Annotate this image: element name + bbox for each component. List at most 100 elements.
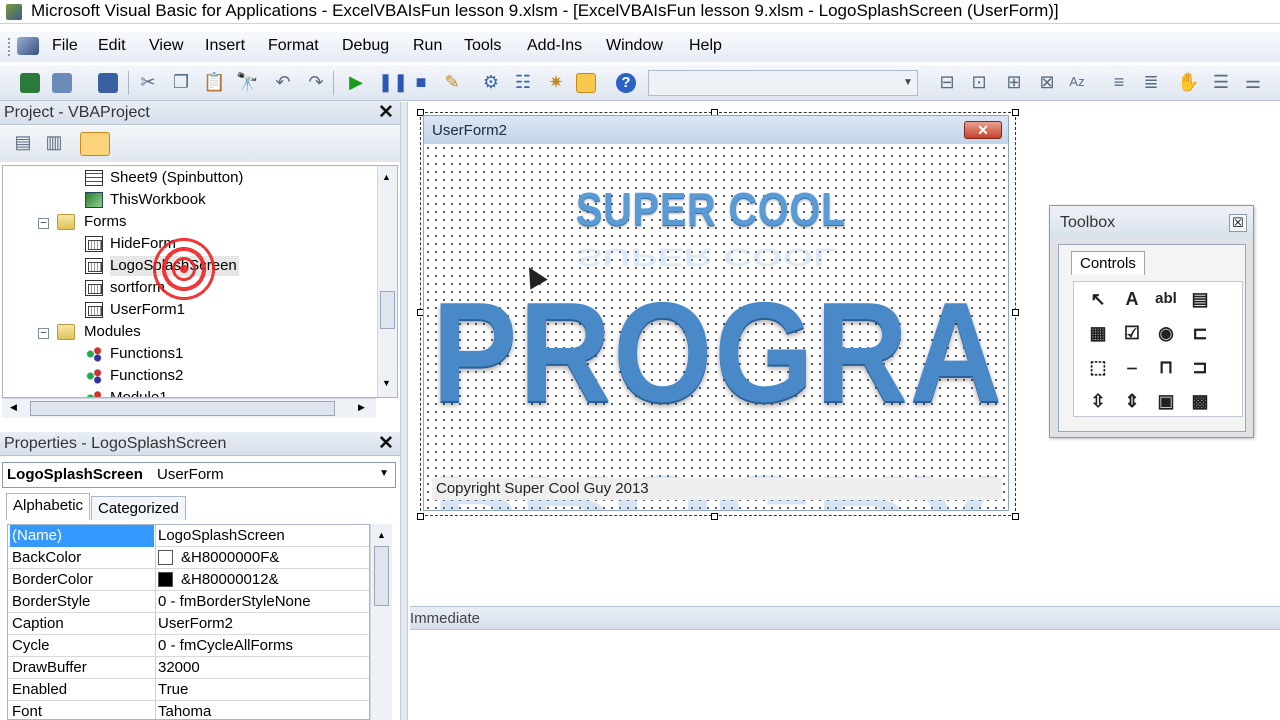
- project-explorer-icon[interactable]: ⚙: [480, 72, 502, 92]
- property-value-cell[interactable]: &H80000012&: [155, 569, 369, 591]
- tree-item-userform1[interactable]: UserForm1: [110, 300, 185, 320]
- close-icon[interactable]: ☒: [1229, 214, 1247, 232]
- excel-view-icon[interactable]: [17, 37, 39, 55]
- scroll-left-icon[interactable]: ◀: [10, 402, 17, 413]
- property-row[interactable]: Cycle 0 - fmCycleAllForms: [8, 635, 369, 657]
- toolbar-combo[interactable]: ▼: [648, 70, 918, 96]
- logo-image-super-cool[interactable]: SUPER COOL: [576, 182, 846, 236]
- align-icon[interactable]: ⚌: [1242, 72, 1264, 92]
- view-excel-icon[interactable]: [20, 73, 40, 93]
- scroll-up-icon[interactable]: ▲: [382, 172, 391, 182]
- object-selector[interactable]: LogoSplashScreen UserForm ▼: [2, 462, 396, 488]
- save-icon[interactable]: [98, 73, 118, 93]
- hand-icon[interactable]: ✋: [1177, 72, 1199, 92]
- property-row[interactable]: Caption UserForm2: [8, 613, 369, 635]
- menu-file[interactable]: File: [52, 37, 78, 55]
- toolbar-disabled-icon[interactable]: ⊞: [1003, 72, 1025, 92]
- property-row[interactable]: Font Tahoma: [8, 701, 369, 719]
- property-value[interactable]: True: [155, 679, 369, 701]
- help-icon[interactable]: ?: [616, 73, 636, 93]
- menu-addins[interactable]: Add-Ins: [527, 37, 582, 55]
- collapse-icon[interactable]: −: [38, 328, 49, 339]
- chevron-down-icon[interactable]: ▼: [379, 468, 389, 479]
- tree-vscrollbar[interactable]: ▲ ▼: [377, 166, 397, 397]
- toolbar-disabled-icon[interactable]: ⊡: [968, 72, 990, 92]
- property-row[interactable]: DrawBuffer 32000: [8, 657, 369, 679]
- pane-splitter[interactable]: [400, 102, 408, 720]
- property-value[interactable]: 0 - fmBorderStyleNone: [155, 591, 369, 613]
- collapse-icon[interactable]: −: [38, 218, 49, 229]
- commandbutton-tool-icon[interactable]: ⎯: [1118, 354, 1146, 380]
- refedit-tool-icon[interactable]: ▩: [1186, 388, 1214, 414]
- menu-insert[interactable]: Insert: [205, 37, 245, 55]
- property-value[interactable]: LogoSplashScreen: [155, 525, 369, 547]
- chevron-down-icon[interactable]: ▼: [901, 73, 915, 93]
- tree-item-functions2[interactable]: Functions2: [110, 366, 183, 386]
- properties-vscrollbar[interactable]: ▲: [370, 524, 392, 720]
- menu-view[interactable]: View: [149, 37, 183, 55]
- property-value[interactable]: UserForm2: [155, 613, 369, 635]
- tree-hscrollbar[interactable]: ◀ ▶: [2, 398, 376, 418]
- select-objects-icon[interactable]: ↖: [1084, 286, 1112, 312]
- resize-handle[interactable]: [711, 513, 718, 520]
- tree-item-module1[interactable]: Module1: [110, 388, 168, 397]
- property-row[interactable]: Enabled True: [8, 679, 369, 701]
- property-row[interactable]: BorderStyle 0 - fmBorderStyleNone: [8, 591, 369, 613]
- insert-userform-icon[interactable]: [52, 73, 72, 93]
- listbox-tool-icon[interactable]: ▦: [1084, 320, 1112, 346]
- spinbutton-tool-icon[interactable]: ⇕: [1118, 388, 1146, 414]
- optionbutton-tool-icon[interactable]: ◉: [1152, 320, 1180, 346]
- view-code-icon[interactable]: ▤: [12, 132, 34, 152]
- property-value[interactable]: Tahoma: [155, 701, 369, 719]
- tab-categorized[interactable]: Categorized: [91, 496, 186, 520]
- tab-controls[interactable]: Controls: [1071, 251, 1145, 275]
- tab-alphabetic[interactable]: Alphabetic: [6, 493, 91, 520]
- view-object-icon[interactable]: ▥: [43, 132, 65, 152]
- tree-item-forms[interactable]: Forms: [84, 212, 127, 232]
- tree-item-functions1[interactable]: Functions1: [110, 344, 183, 364]
- userform-client-area[interactable]: SUPER COOL SUPER COOL PROGRAM PROGRAM Co…: [424, 144, 1008, 510]
- toggle-folders-icon[interactable]: [80, 132, 110, 156]
- scroll-thumb[interactable]: [374, 546, 389, 606]
- design-mode-icon[interactable]: ✎: [441, 72, 463, 92]
- menu-run[interactable]: Run: [413, 37, 442, 55]
- undo-icon[interactable]: ↶: [272, 72, 294, 92]
- close-icon[interactable]: ✕: [376, 434, 396, 454]
- tree-item-thisworkbook[interactable]: ThisWorkbook: [110, 190, 206, 210]
- property-row[interactable]: (Name) LogoSplashScreen: [8, 525, 369, 547]
- align-icon[interactable]: ☰: [1210, 72, 1232, 92]
- property-row[interactable]: BorderColor &H80000012&: [8, 569, 369, 591]
- toolbar-disabled-icon[interactable]: ⊟: [936, 72, 958, 92]
- frame-tool-icon[interactable]: ⬚: [1084, 354, 1112, 380]
- resize-handle[interactable]: [1012, 513, 1019, 520]
- scroll-down-icon[interactable]: ▼: [382, 378, 391, 388]
- logo-image-program[interactable]: PROGRAM: [432, 282, 1008, 424]
- tabstrip-tool-icon[interactable]: ⊓: [1152, 354, 1180, 380]
- label-tool-icon[interactable]: A: [1118, 286, 1146, 312]
- resize-handle[interactable]: [1012, 309, 1019, 316]
- userform-window[interactable]: UserForm2 ✕ SUPER COOL SUPER COOL PROGRA…: [423, 115, 1009, 511]
- toolbar-disabled-icon[interactable]: ⊠: [1036, 72, 1058, 92]
- menu-help[interactable]: Help: [689, 37, 722, 55]
- menu-format[interactable]: Format: [268, 37, 319, 55]
- close-icon[interactable]: ✕: [964, 121, 1002, 139]
- multipage-tool-icon[interactable]: ⊐: [1186, 354, 1214, 380]
- textbox-tool-icon[interactable]: abl: [1152, 286, 1180, 312]
- combobox-tool-icon[interactable]: ▤: [1186, 286, 1214, 312]
- menu-window[interactable]: Window: [606, 37, 663, 55]
- menu-tools[interactable]: Tools: [464, 37, 501, 55]
- tree-item-modules[interactable]: Modules: [84, 322, 141, 342]
- image-tool-icon[interactable]: ▣: [1152, 388, 1180, 414]
- menu-edit[interactable]: Edit: [98, 37, 126, 55]
- tree-item-sheet9[interactable]: Sheet9 (Spinbutton): [110, 168, 243, 188]
- find-icon[interactable]: 🔭: [236, 72, 258, 92]
- reset-icon[interactable]: ■: [410, 72, 432, 92]
- paste-icon[interactable]: 📋: [203, 72, 225, 92]
- cut-icon[interactable]: ✂: [137, 72, 159, 92]
- scroll-up-icon[interactable]: ▲: [377, 530, 386, 540]
- resize-handle[interactable]: [417, 513, 424, 520]
- redo-icon[interactable]: ↷: [305, 72, 327, 92]
- property-value[interactable]: 0 - fmCycleAllForms: [155, 635, 369, 657]
- align-icon[interactable]: ≡: [1108, 72, 1130, 92]
- copyright-label[interactable]: Copyright Super Cool Guy 2013: [432, 478, 1002, 500]
